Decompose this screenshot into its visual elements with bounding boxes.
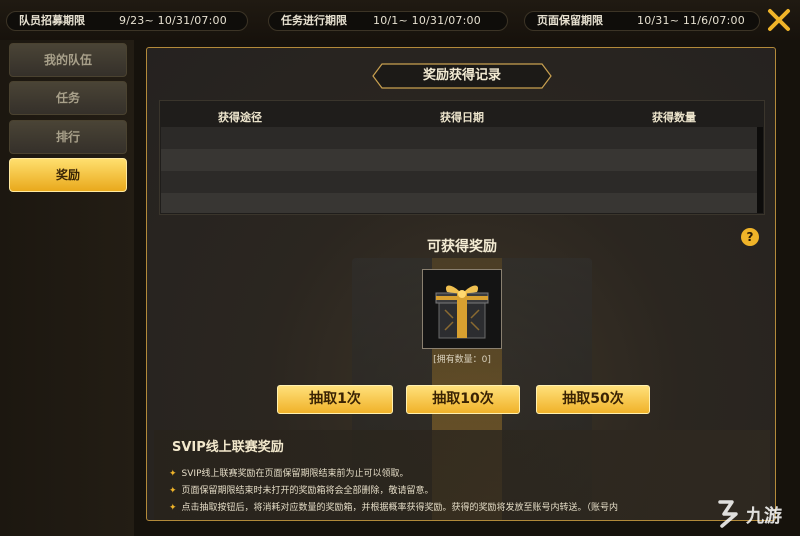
nav-item-ranking[interactable]: 排行 xyxy=(9,120,127,154)
svip-info-box: SVIP线上联赛奖励 ✦ SVIP线上联赛奖励在页面保留期限结束前为止可以领取。 … xyxy=(154,430,770,520)
table-row xyxy=(161,193,757,213)
rule-item: ✦ SVIP线上联赛奖励在页面保留期限结束前为止可以领取。 xyxy=(169,466,409,479)
available-rewards-title: 可获得奖励 xyxy=(427,239,497,255)
task-period-value: 10/1~ 10/31/07:00 xyxy=(373,14,481,27)
rule-text: SVIP线上联赛奖励在页面保留期限结束前为止可以领取。 xyxy=(181,469,409,479)
task-period: 任务进行期限 10/1~ 10/31/07:00 xyxy=(268,11,508,31)
draw-1-button[interactable]: 抽取1次 xyxy=(277,385,393,414)
nav-item-rewards[interactable]: 奖励 xyxy=(9,158,127,192)
rule-text: 页面保留期限结束时未打开的奖励箱将会全部删除，敬请留意。 xyxy=(181,486,434,496)
watermark-text: 九游 xyxy=(746,506,782,527)
column-header-source: 获得途径 xyxy=(218,111,262,124)
star-icon: ✦ xyxy=(169,503,177,513)
keep-period: 页面保留期限 10/31~ 11/6/07:00 xyxy=(524,11,760,31)
table-row xyxy=(161,171,757,193)
star-icon: ✦ xyxy=(169,486,177,496)
column-header-date: 获得日期 xyxy=(440,111,484,124)
rule-item: ✦ 点击抽取按钮后，将消耗对应数量的奖励箱，并根据概率获得奖励。获得的奖励将发放至… xyxy=(169,500,618,513)
close-icon xyxy=(768,9,790,31)
gift-box-icon xyxy=(423,270,501,348)
recruit-period-label: 队员招募期限 xyxy=(19,14,85,27)
records-scrollbar[interactable] xyxy=(757,127,763,213)
keep-period-label: 页面保留期限 xyxy=(537,14,603,27)
reward-item-slot[interactable] xyxy=(422,269,502,349)
close-button[interactable] xyxy=(767,8,791,32)
records-title: 奖励获得记录 xyxy=(422,68,501,83)
rule-text: 点击抽取按钮后，将消耗对应数量的奖励箱，并根据概率获得奖励。获得的奖励将发放至账… xyxy=(181,503,619,513)
records-table: 获得途径 获得日期 获得数量 xyxy=(159,100,765,215)
svip-title: SVIP线上联赛奖励 xyxy=(172,440,284,455)
watermark-logo: 九游 xyxy=(712,496,798,532)
left-nav: 我的队伍 任务 排行 奖励 xyxy=(0,40,134,536)
owned-count: [拥有数量：0] xyxy=(433,355,491,365)
rule-item: ✦ 页面保留期限结束时未打开的奖励箱将会全部删除，敬请留意。 xyxy=(169,483,434,496)
nav-item-my-team[interactable]: 我的队伍 xyxy=(9,43,127,77)
star-icon: ✦ xyxy=(169,469,177,479)
draw-50-button[interactable]: 抽取50次 xyxy=(536,385,650,414)
watermark-icon xyxy=(718,500,738,528)
recruit-period: 队员招募期限 9/23~ 10/31/07:00 xyxy=(6,11,248,31)
help-icon[interactable]: ? xyxy=(741,228,759,246)
top-info-bar: 队员招募期限 9/23~ 10/31/07:00 任务进行期限 10/1~ 10… xyxy=(0,0,800,40)
records-title-banner: 奖励获得记录 xyxy=(372,63,552,89)
recruit-period-value: 9/23~ 10/31/07:00 xyxy=(119,14,227,27)
task-period-label: 任务进行期限 xyxy=(281,14,347,27)
rewards-panel: 奖励获得记录 获得途径 获得日期 获得数量 ? 可获得奖励 [拥有数量：0] 抽… xyxy=(146,47,776,521)
column-header-quantity: 获得数量 xyxy=(652,111,696,124)
table-row xyxy=(161,127,757,149)
draw-10-button[interactable]: 抽取10次 xyxy=(406,385,520,414)
keep-period-value: 10/31~ 11/6/07:00 xyxy=(637,14,745,27)
table-row xyxy=(161,149,757,171)
nav-item-tasks[interactable]: 任务 xyxy=(9,81,127,115)
